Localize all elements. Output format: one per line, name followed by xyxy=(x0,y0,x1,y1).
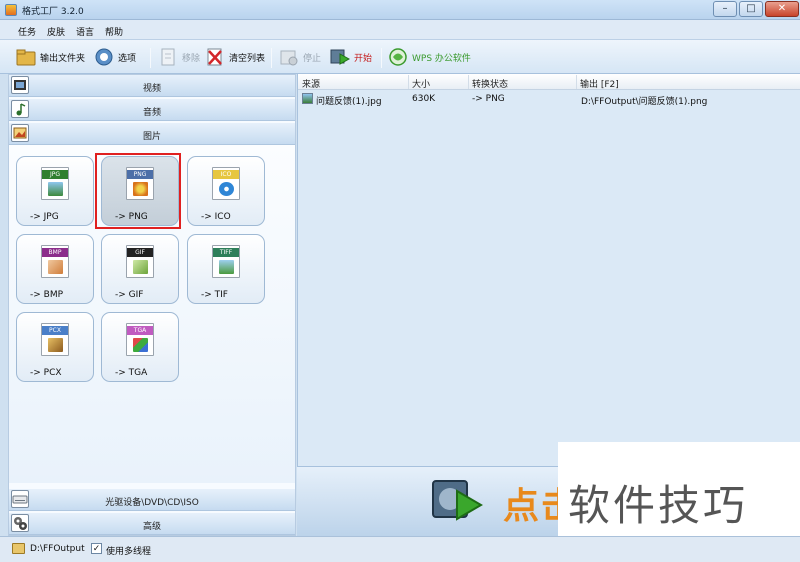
toolbar: 输出文件夹 选项 移除 清空列表 停止 开始 WPS 办公软件 xyxy=(0,40,800,74)
row-size: 630K xyxy=(412,94,436,104)
maximize-button[interactable]: □ xyxy=(739,1,763,17)
table-row[interactable]: 问题反馈(1).jpg 630K -> PNG D:\FFOutput\问题反馈… xyxy=(298,91,800,107)
image-file-icon xyxy=(302,93,313,104)
format-tile-pcx[interactable]: PCX -> PCX xyxy=(16,312,94,382)
format-tile-label: -> JPG xyxy=(30,212,59,222)
column-output[interactable]: 输出 [F2] xyxy=(580,77,619,90)
folder-icon xyxy=(16,47,36,67)
folder-icon[interactable] xyxy=(12,543,25,554)
gear-icon xyxy=(94,47,114,67)
menu-item-task[interactable]: 任务 xyxy=(18,25,36,38)
category-audio-label: 音频 xyxy=(142,108,161,118)
row-output: D:\FFOutput\问题反馈(1).png xyxy=(581,97,708,107)
format-tile-tga[interactable]: TGA -> TGA xyxy=(101,312,179,382)
ico-file-icon: ICO xyxy=(212,167,240,200)
format-tile-jpg[interactable]: JPG -> JPG xyxy=(16,156,94,226)
pcx-file-icon: PCX xyxy=(41,323,69,356)
output-folder-button[interactable]: 输出文件夹 xyxy=(16,46,85,68)
category-image-label: 图片 xyxy=(142,132,161,142)
stop-button[interactable]: 停止 xyxy=(279,46,321,68)
format-tile-label: -> GIF xyxy=(115,290,144,300)
clear-list-icon xyxy=(205,47,225,67)
options-button[interactable]: 选项 xyxy=(94,46,136,68)
format-tile-label: -> TIF xyxy=(201,290,228,300)
toolbar-divider xyxy=(150,48,151,68)
category-rom-device[interactable]: 光驱设备\DVD\CD\ISO xyxy=(9,489,295,511)
format-tile-label: -> BMP xyxy=(30,290,64,300)
task-list-panel: 来源 大小 转换状态 输出 [F2] 问题反馈(1).jpg 630K -> P… xyxy=(297,74,800,466)
status-bar: D:\FFOutput ✓ 使用多线程 xyxy=(0,536,800,562)
toolbar-divider xyxy=(381,48,382,68)
output-path[interactable]: D:\FFOutput xyxy=(30,544,85,554)
column-source[interactable]: 来源 xyxy=(302,77,320,90)
remove-icon xyxy=(158,47,178,67)
wps-icon xyxy=(388,47,408,67)
category-advanced[interactable]: 高级 xyxy=(9,513,295,535)
tiff-file-icon: TIFF xyxy=(212,245,240,278)
watermark-text: 软件技巧 xyxy=(568,481,749,530)
toolbar-divider xyxy=(271,48,272,68)
format-tile-label: -> ICO xyxy=(201,212,231,222)
clear-list-button[interactable]: 清空列表 xyxy=(205,46,265,68)
window-title: 格式工厂 3.2.0 xyxy=(22,7,84,17)
start-conversion-icon xyxy=(431,475,483,525)
output-folder-label: 输出文件夹 xyxy=(40,53,86,64)
format-tile-tif[interactable]: TIFF -> TIF xyxy=(187,234,265,304)
menu-item-help[interactable]: 帮助 xyxy=(105,25,123,38)
remove-label: 移除 xyxy=(182,53,201,64)
format-tile-label: -> TGA xyxy=(115,368,148,378)
format-tile-ico[interactable]: ICO -> ICO xyxy=(187,156,265,226)
multithread-checkbox[interactable]: ✓ xyxy=(91,543,102,554)
minimize-button[interactable]: – xyxy=(713,1,737,17)
category-video-label: 视频 xyxy=(142,84,161,94)
wps-office-label: WPS 办公软件 xyxy=(412,53,471,64)
row-source: 问题反馈(1).jpg xyxy=(316,97,382,107)
format-tile-bmp[interactable]: BMP -> BMP xyxy=(16,234,94,304)
menu-bar: 任务 皮肤 语言 帮助 xyxy=(0,20,800,40)
close-button[interactable]: ✕ xyxy=(765,1,799,17)
bmp-file-icon: BMP xyxy=(41,245,69,278)
column-status[interactable]: 转换状态 xyxy=(472,77,508,90)
category-advanced-label: 高级 xyxy=(142,522,161,532)
start-label: 开始 xyxy=(354,53,373,64)
row-status: -> PNG xyxy=(472,94,505,104)
title-bar: 格式工厂 3.2.0 – □ ✕ xyxy=(0,0,800,20)
remove-button[interactable]: 移除 xyxy=(158,46,200,68)
category-video[interactable]: 视频 xyxy=(9,75,295,97)
selected-tile-highlight xyxy=(95,153,181,229)
options-label: 选项 xyxy=(118,53,137,64)
stop-label: 停止 xyxy=(303,53,322,64)
task-list-header: 来源 大小 转换状态 输出 [F2] xyxy=(298,74,800,90)
menu-item-skin[interactable]: 皮肤 xyxy=(47,25,65,38)
format-tile-gif[interactable]: GIF -> GIF xyxy=(101,234,179,304)
column-size[interactable]: 大小 xyxy=(412,77,430,90)
multithread-label: 使用多线程 xyxy=(106,547,152,557)
tga-file-icon: TGA xyxy=(126,323,154,356)
jpg-file-icon: JPG xyxy=(41,167,69,200)
clear-list-label: 清空列表 xyxy=(229,53,266,64)
start-button[interactable]: 开始 xyxy=(330,46,372,68)
menu-item-language[interactable]: 语言 xyxy=(76,25,94,38)
category-rom-label: 光驱设备\DVD\CD\ISO xyxy=(105,498,199,508)
wps-office-button[interactable]: WPS 办公软件 xyxy=(388,46,471,68)
app-icon xyxy=(5,4,17,16)
gif-file-icon: GIF xyxy=(126,245,154,278)
category-image[interactable]: 图片 xyxy=(9,123,295,145)
start-icon xyxy=(330,47,351,67)
format-tile-label: -> PCX xyxy=(30,368,62,378)
stop-icon xyxy=(279,47,299,67)
category-panel: 视频 音频 图片 JPG -> JPG PNG -> PNG ICO -> IC… xyxy=(8,74,296,536)
category-audio[interactable]: 音频 xyxy=(9,99,295,121)
